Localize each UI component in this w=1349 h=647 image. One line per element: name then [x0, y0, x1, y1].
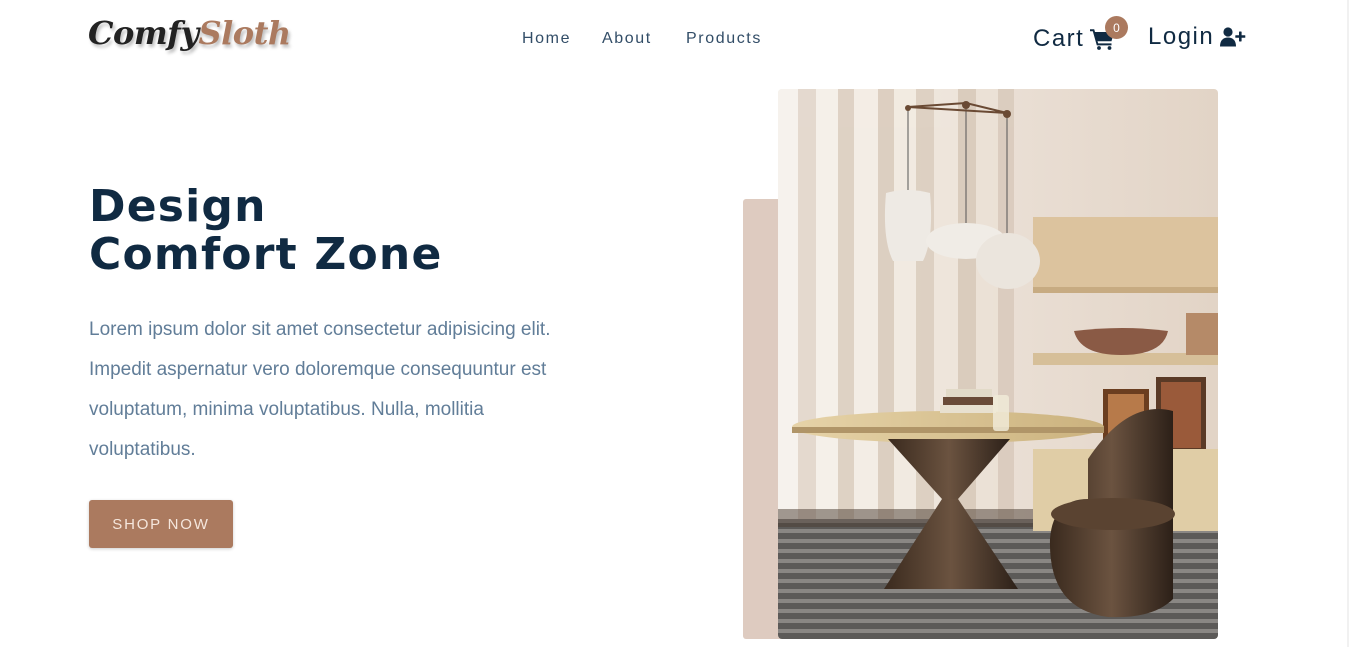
- hero-title-line2: Comfort Zone: [89, 229, 443, 280]
- login-button[interactable]: Login: [1148, 23, 1246, 51]
- hero-image: [778, 89, 1218, 639]
- nav-link-products[interactable]: Products: [686, 30, 762, 48]
- logo-part-comfy: Comfy: [88, 14, 199, 52]
- nav-link-about[interactable]: About: [602, 30, 686, 48]
- hero-description: Lorem ipsum dolor sit amet consectetur a…: [89, 319, 551, 460]
- shop-now-button[interactable]: shop now: [89, 500, 233, 548]
- login-label: Login: [1148, 23, 1215, 50]
- logo[interactable]: ComfySloth: [88, 14, 291, 52]
- cart-button[interactable]: Cart: [1033, 25, 1116, 53]
- cart-count-badge: 0: [1105, 16, 1128, 39]
- navbar: ComfySloth Home About Products Cart 0 Lo…: [0, 0, 1349, 78]
- hero-title-line1: Design: [89, 181, 267, 232]
- user-plus-icon: [1220, 27, 1246, 47]
- cart-label: Cart: [1033, 25, 1085, 52]
- logo-part-sloth: Sloth: [198, 14, 292, 52]
- nav-links: Home About Products: [522, 30, 762, 48]
- nav-link-home[interactable]: Home: [522, 30, 602, 48]
- hero-title: Design Comfort Zone: [89, 183, 443, 279]
